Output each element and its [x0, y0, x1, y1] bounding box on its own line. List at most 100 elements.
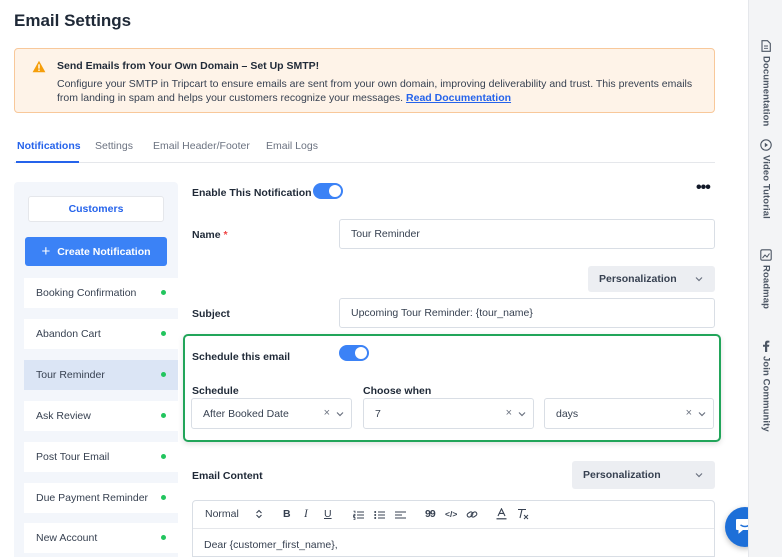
italic-button[interactable]: I [304, 508, 308, 520]
email-content-editor: Normal B I U 99 </> Dear {customer_first… [192, 500, 715, 557]
email-content-label: Email Content [192, 470, 263, 482]
tab-settings[interactable]: Settings [95, 140, 133, 152]
sidebar-item-label: Due Payment Reminder [36, 492, 149, 504]
clear-format-icon[interactable] [517, 508, 529, 523]
sidebar-item-abandon-cart[interactable]: Abandon Cart [24, 319, 178, 349]
status-dot [161, 413, 166, 418]
name-input[interactable]: Tour Reminder [339, 219, 715, 249]
sidebar-item-label: Abandon Cart [36, 328, 101, 340]
enable-notification-label: Enable This Notification [192, 187, 312, 199]
enable-notification-toggle[interactable] [313, 183, 343, 199]
updown-icon[interactable] [255, 509, 263, 522]
sidebar-item-due-payment-reminder[interactable]: Due Payment Reminder [24, 483, 178, 513]
schedule-email-label: Schedule this email [192, 351, 291, 363]
rightbar-label: Documentation [760, 56, 772, 127]
rightbar-label: Join Community [760, 356, 772, 432]
time-unit-value: days [556, 407, 579, 420]
name-label-text: Name [192, 229, 221, 241]
facebook-icon [760, 340, 772, 352]
choose-when-value: 7 [375, 407, 381, 420]
text-color-icon[interactable] [496, 507, 507, 523]
main-content: Email Settings Send Emails from Your Own… [0, 0, 765, 557]
chevron-down-icon [694, 470, 704, 483]
tab-email-header-footer[interactable]: Email Header/Footer [153, 140, 250, 152]
clear-icon[interactable]: × [506, 407, 512, 419]
name-input-value: Tour Reminder [351, 228, 420, 240]
required-mark: * [223, 229, 228, 241]
notice-text: Configure your SMTP in Tripcart to ensur… [57, 78, 693, 104]
editor-toolbar: Normal B I U 99 </> [193, 501, 714, 529]
read-documentation-link[interactable]: Read Documentation [406, 92, 511, 104]
more-options-icon[interactable]: ••• [696, 180, 711, 196]
subject-personalization-dropdown[interactable]: Personalization [588, 266, 715, 292]
choose-when-select[interactable]: 7 × [363, 398, 534, 429]
align-icon[interactable] [395, 510, 406, 523]
sidebar-item-ask-review[interactable]: Ask Review [24, 401, 178, 431]
subject-input[interactable]: Upcoming Tour Reminder: {tour_name} [339, 298, 715, 328]
active-tab-indicator [16, 161, 79, 163]
customers-button[interactable]: Customers [28, 196, 164, 222]
page-title: Email Settings [14, 11, 132, 30]
schedule-email-toggle[interactable] [339, 345, 369, 361]
schedule-select[interactable]: After Booked Date × [191, 398, 352, 429]
chevron-down-icon [694, 274, 704, 287]
choose-when-label: Choose when [363, 385, 432, 397]
notice-title: Send Emails from Your Own Domain – Set U… [57, 60, 320, 72]
bold-button[interactable]: B [283, 508, 291, 520]
play-circle-icon [760, 139, 772, 151]
rightbar-roadmap[interactable]: Roadmap [749, 249, 782, 309]
format-select[interactable]: Normal [205, 508, 239, 520]
tab-notifications[interactable]: Notifications [17, 140, 81, 152]
clear-icon[interactable]: × [686, 407, 692, 419]
link-icon[interactable] [466, 509, 478, 523]
right-help-bar: Documentation Video Tutorial Roadmap Joi… [748, 0, 782, 557]
create-notification-label: Create Notification [57, 245, 151, 258]
underline-button[interactable]: U [324, 508, 332, 520]
blockquote-icon[interactable]: 99 [425, 508, 436, 520]
sidebar-item-label: Ask Review [36, 410, 91, 422]
sidebar-item-new-account[interactable]: New Account [24, 523, 178, 553]
name-label: Name * [192, 229, 228, 241]
status-dot [161, 290, 166, 295]
sidebar-item-label: Tour Reminder [36, 369, 105, 381]
rightbar-join-community[interactable]: Join Community [749, 340, 782, 432]
chevron-down-icon [335, 409, 345, 422]
schedule-select-value: After Booked Date [203, 407, 289, 420]
map-icon [760, 249, 772, 261]
smtp-notice: Send Emails from Your Own Domain – Set U… [14, 48, 715, 113]
notice-body: Configure your SMTP in Tripcart to ensur… [57, 77, 707, 105]
bullet-list-icon[interactable] [374, 510, 385, 523]
personalization-label: Personalization [599, 273, 677, 285]
ordered-list-icon[interactable] [353, 510, 364, 523]
rightbar-documentation[interactable]: Documentation [749, 40, 782, 126]
chevron-down-icon [517, 409, 527, 422]
rightbar-label: Video Tutorial [760, 155, 772, 219]
tab-email-logs[interactable]: Email Logs [266, 140, 318, 152]
status-dot [161, 535, 166, 540]
chevron-down-icon [697, 409, 707, 422]
time-unit-select[interactable]: days × [544, 398, 714, 429]
status-dot [161, 331, 166, 336]
warning-icon [32, 60, 46, 76]
sidebar-item-booking-confirmation[interactable]: Booking Confirmation [24, 278, 178, 308]
create-notification-button[interactable]: + Create Notification [25, 237, 167, 266]
rightbar-video-tutorial[interactable]: Video Tutorial [749, 139, 782, 219]
sidebar-item-label: New Account [36, 532, 98, 544]
subject-label: Subject [192, 308, 230, 320]
code-icon[interactable]: </> [445, 509, 457, 519]
status-dot [161, 454, 166, 459]
editor-content[interactable]: Dear {customer_first_name}, [204, 539, 338, 551]
plus-icon: + [41, 243, 51, 260]
content-personalization-dropdown[interactable]: Personalization [572, 461, 715, 489]
subject-input-value: Upcoming Tour Reminder: {tour_name} [351, 307, 533, 319]
sidebar-item-label: Post Tour Email [36, 451, 110, 463]
schedule-label: Schedule [192, 385, 239, 397]
sidebar-item-tour-reminder[interactable]: Tour Reminder [24, 360, 178, 390]
notification-sidebar: Customers + Create Notification Booking … [14, 182, 178, 557]
sidebar-item-label: Booking Confirmation [36, 287, 137, 299]
rightbar-label: Roadmap [760, 265, 772, 309]
sidebar-item-post-tour-email[interactable]: Post Tour Email [24, 442, 178, 472]
status-dot [161, 495, 166, 500]
personalization-label: Personalization [583, 469, 661, 481]
clear-icon[interactable]: × [324, 407, 330, 419]
